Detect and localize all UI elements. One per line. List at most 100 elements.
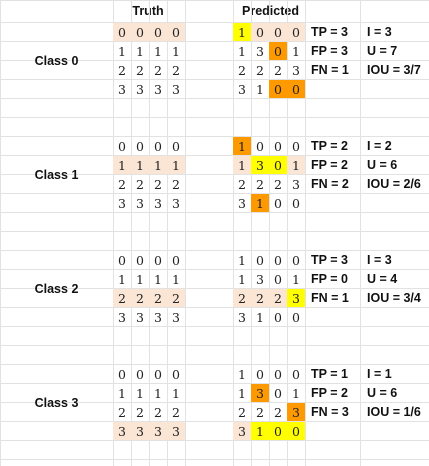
truth-cell[interactable]: 2 [149, 175, 167, 193]
predicted-cell[interactable]: 0 [251, 137, 269, 155]
predicted-cell[interactable]: 0 [269, 251, 287, 269]
truth-cell[interactable]: 0 [167, 365, 185, 383]
predicted-cell[interactable]: 3 [251, 156, 269, 174]
truth-cell[interactable]: 0 [113, 365, 131, 383]
truth-cell[interactable]: 0 [149, 251, 167, 269]
predicted-cell[interactable]: 2 [251, 61, 269, 79]
truth-cell[interactable]: 1 [113, 384, 131, 402]
truth-cell[interactable]: 3 [149, 422, 167, 440]
predicted-cell[interactable]: 3 [251, 270, 269, 288]
predicted-cell[interactable]: 0 [269, 194, 287, 212]
predicted-cell[interactable]: 2 [269, 175, 287, 193]
truth-cell[interactable]: 2 [149, 289, 167, 307]
truth-cell[interactable]: 1 [167, 270, 185, 288]
predicted-cell[interactable]: 1 [287, 270, 305, 288]
predicted-cell[interactable]: 3 [251, 384, 269, 402]
predicted-cell[interactable]: 1 [233, 365, 251, 383]
predicted-cell[interactable]: 1 [233, 251, 251, 269]
truth-cell[interactable]: 0 [113, 23, 131, 41]
truth-cell[interactable]: 1 [149, 384, 167, 402]
predicted-cell[interactable]: 0 [269, 80, 287, 98]
truth-cell[interactable]: 2 [131, 289, 149, 307]
predicted-cell[interactable]: 3 [287, 289, 305, 307]
truth-cell[interactable]: 2 [131, 175, 149, 193]
predicted-cell[interactable]: 3 [233, 194, 251, 212]
truth-cell[interactable]: 2 [113, 403, 131, 421]
predicted-cell[interactable]: 3 [233, 308, 251, 326]
truth-cell[interactable]: 1 [167, 156, 185, 174]
truth-cell[interactable]: 1 [149, 42, 167, 60]
predicted-cell[interactable]: 0 [269, 384, 287, 402]
truth-cell[interactable]: 1 [113, 156, 131, 174]
truth-cell[interactable]: 0 [113, 251, 131, 269]
predicted-cell[interactable]: 2 [233, 289, 251, 307]
predicted-cell[interactable]: 1 [233, 384, 251, 402]
truth-cell[interactable]: 2 [113, 61, 131, 79]
predicted-cell[interactable]: 1 [287, 156, 305, 174]
truth-cell[interactable]: 1 [131, 156, 149, 174]
truth-cell[interactable]: 0 [131, 365, 149, 383]
predicted-cell[interactable]: 2 [233, 175, 251, 193]
truth-cell[interactable]: 3 [131, 308, 149, 326]
truth-cell[interactable]: 0 [149, 137, 167, 155]
predicted-cell[interactable]: 3 [287, 403, 305, 421]
predicted-cell[interactable]: 1 [287, 384, 305, 402]
truth-cell[interactable]: 0 [149, 365, 167, 383]
predicted-cell[interactable]: 0 [251, 23, 269, 41]
truth-cell[interactable]: 3 [131, 80, 149, 98]
truth-cell[interactable]: 0 [149, 23, 167, 41]
predicted-cell[interactable]: 0 [251, 251, 269, 269]
predicted-cell[interactable]: 1 [233, 42, 251, 60]
truth-cell[interactable]: 1 [149, 270, 167, 288]
predicted-cell[interactable]: 0 [287, 251, 305, 269]
truth-cell[interactable]: 2 [167, 175, 185, 193]
predicted-cell[interactable]: 0 [269, 365, 287, 383]
truth-cell[interactable]: 2 [167, 403, 185, 421]
truth-cell[interactable]: 3 [149, 308, 167, 326]
truth-cell[interactable]: 2 [167, 289, 185, 307]
truth-cell[interactable]: 3 [149, 80, 167, 98]
truth-cell[interactable]: 0 [167, 137, 185, 155]
predicted-cell[interactable]: 1 [251, 80, 269, 98]
truth-cell[interactable]: 1 [131, 42, 149, 60]
predicted-cell[interactable]: 1 [233, 23, 251, 41]
predicted-cell[interactable]: 2 [233, 403, 251, 421]
truth-cell[interactable]: 2 [167, 61, 185, 79]
predicted-cell[interactable]: 2 [269, 61, 287, 79]
predicted-cell[interactable]: 0 [269, 156, 287, 174]
truth-cell[interactable]: 0 [167, 251, 185, 269]
truth-cell[interactable]: 2 [149, 61, 167, 79]
predicted-cell[interactable]: 1 [233, 137, 251, 155]
truth-cell[interactable]: 3 [167, 308, 185, 326]
predicted-cell[interactable]: 0 [287, 194, 305, 212]
predicted-cell[interactable]: 0 [269, 308, 287, 326]
predicted-cell[interactable]: 1 [251, 308, 269, 326]
predicted-cell[interactable]: 3 [233, 422, 251, 440]
truth-cell[interactable]: 1 [113, 42, 131, 60]
truth-cell[interactable]: 2 [149, 403, 167, 421]
truth-cell[interactable]: 2 [113, 175, 131, 193]
predicted-cell[interactable]: 3 [287, 175, 305, 193]
truth-cell[interactable]: 0 [131, 23, 149, 41]
truth-cell[interactable]: 2 [113, 289, 131, 307]
truth-cell[interactable]: 3 [167, 194, 185, 212]
predicted-cell[interactable]: 3 [233, 80, 251, 98]
predicted-cell[interactable]: 0 [287, 422, 305, 440]
truth-cell[interactable]: 3 [113, 308, 131, 326]
predicted-cell[interactable]: 0 [269, 270, 287, 288]
predicted-cell[interactable]: 0 [269, 137, 287, 155]
truth-cell[interactable]: 0 [131, 137, 149, 155]
truth-cell[interactable]: 3 [131, 194, 149, 212]
predicted-cell[interactable]: 3 [251, 42, 269, 60]
predicted-cell[interactable]: 0 [269, 23, 287, 41]
truth-cell[interactable]: 2 [131, 403, 149, 421]
predicted-cell[interactable]: 0 [269, 422, 287, 440]
truth-cell[interactable]: 1 [167, 384, 185, 402]
predicted-cell[interactable]: 0 [287, 137, 305, 155]
predicted-cell[interactable]: 1 [251, 194, 269, 212]
predicted-cell[interactable]: 2 [251, 403, 269, 421]
truth-cell[interactable]: 1 [149, 156, 167, 174]
truth-cell[interactable]: 3 [131, 422, 149, 440]
truth-cell[interactable]: 3 [167, 422, 185, 440]
truth-cell[interactable]: 2 [131, 61, 149, 79]
